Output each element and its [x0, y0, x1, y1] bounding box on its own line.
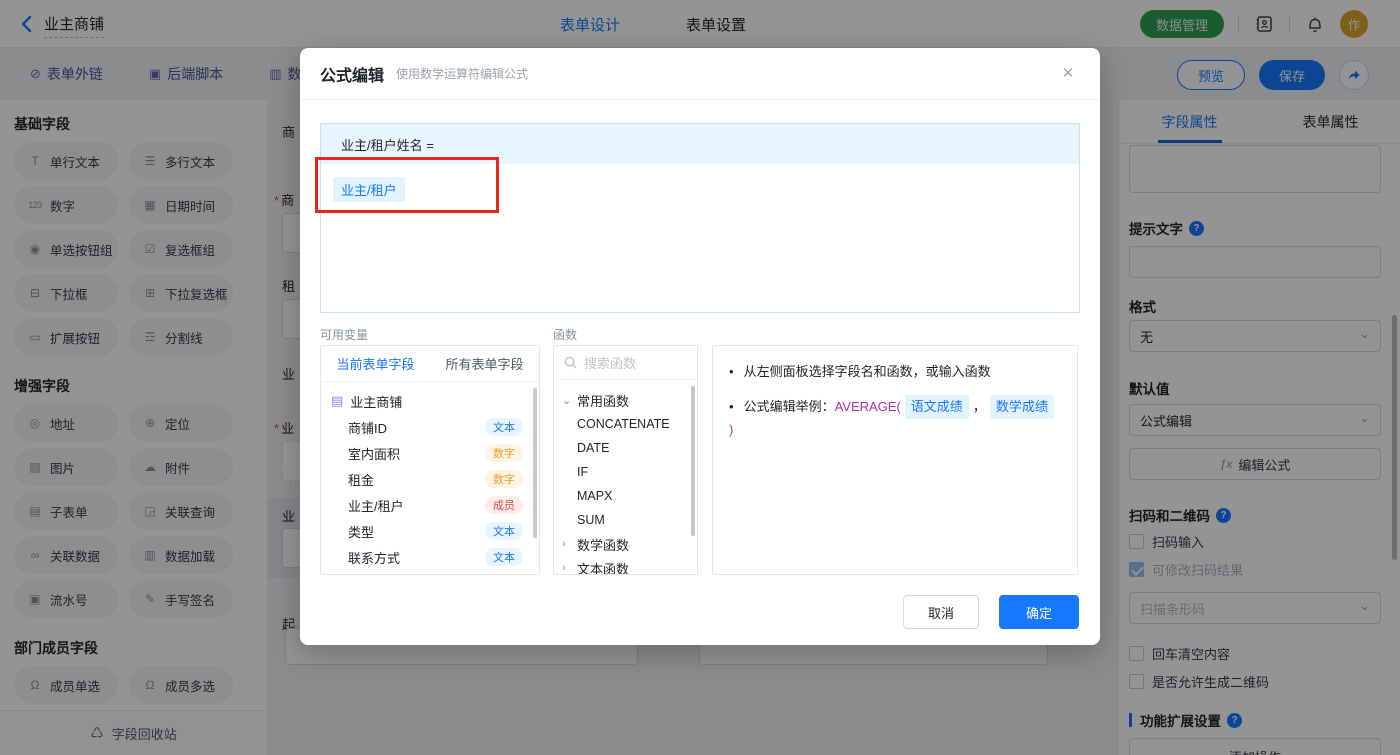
function-group-collapsed[interactable]: › 文本函数 — [554, 556, 697, 575]
variable-type-badge: 文本 — [485, 522, 523, 540]
variables-scrollbar[interactable] — [533, 388, 537, 538]
help-line-2: 公式编辑举例：AVERAGE(语文成绩，数学成绩) — [729, 395, 1061, 441]
close-icon[interactable]: × — [1056, 62, 1080, 86]
variable-type-badge: 文本 — [485, 418, 523, 436]
dialog-header: 公式编辑 使用数学运算符编辑公式 × — [300, 48, 1100, 100]
functions-panel: 搜索函数 ⌄ 常用函数 CONCATENATE DATE IF MAPX SUM › 数学函数 ›… — [553, 345, 698, 575]
dialog-subtitle: 使用数学运算符编辑公式 — [396, 67, 529, 81]
search-icon — [564, 356, 577, 369]
function-group-label: 数学函数 — [577, 537, 630, 553]
confirm-button[interactable]: 确定 — [999, 595, 1079, 629]
example-field-chip: 数学成绩 — [989, 395, 1054, 419]
function-search-input[interactable]: 搜索函数 — [554, 346, 697, 380]
variable-type-badge: 文本 — [485, 548, 523, 566]
tab-all-form-fields[interactable]: 所有表单字段 — [430, 346, 539, 381]
tab-current-form-fields[interactable]: 当前表单字段 — [321, 346, 430, 381]
variable-row[interactable]: 类型 文本 — [321, 518, 539, 544]
variable-row[interactable]: 室内面积 数字 — [321, 440, 539, 466]
caret-right-icon: › — [562, 538, 566, 550]
function-group-label: 常用函数 — [577, 393, 630, 409]
variable-row[interactable]: 业主/租户 成员 — [321, 492, 539, 518]
dialog-title: 公式编辑 — [320, 67, 385, 85]
variable-type-badge: 数字 — [485, 470, 523, 488]
formula-field-chip[interactable]: 业主/租户 — [333, 177, 405, 202]
functions-tree: ⌄ 常用函数 CONCATENATE DATE IF MAPX SUM › 数学函数 › 文本函数 — [554, 380, 697, 575]
document-icon: ▤ — [331, 393, 344, 408]
function-name-highlight: AVERAGE( — [834, 399, 901, 414]
variables-root-label: 业主商铺 — [350, 394, 403, 410]
variables-section-label: 可用变量 — [320, 328, 369, 342]
functions-section-label: 函数 — [553, 328, 578, 342]
variable-row[interactable]: 商铺ID 文本 — [321, 414, 539, 440]
help-line-1: 从左侧面板选择字段名和函数，或输入函数 — [729, 361, 1061, 383]
variable-type-badge: 成员 — [485, 496, 523, 514]
variables-root-node[interactable]: ▤ 业主商铺 — [321, 388, 539, 414]
variable-row[interactable]: 租金 数字 — [321, 466, 539, 492]
function-name-highlight: ) — [729, 422, 734, 437]
formula-input-area[interactable]: 业主/租户 — [321, 164, 1079, 312]
function-search-placeholder: 搜索函数 — [584, 356, 637, 371]
caret-down-icon: ⌄ — [562, 394, 572, 407]
formula-editor-area: 业主/租户姓名 = 业主/租户 — [320, 123, 1080, 313]
variables-tabs: 当前表单字段 所有表单字段 — [321, 346, 539, 382]
function-item[interactable]: IF — [554, 460, 697, 484]
caret-right-icon: › — [562, 562, 566, 574]
formula-editor-dialog: 公式编辑 使用数学运算符编辑公式 × 业主/租户姓名 = 业主/租户 可用变量 … — [300, 48, 1100, 645]
formula-target: 业主/租户姓名 = — [321, 124, 1079, 164]
variable-type-badge: 数字 — [485, 444, 523, 462]
functions-scrollbar[interactable] — [691, 386, 695, 536]
variables-list: ▤ 业主商铺 商铺ID 文本 室内面积 数字 租金 数字 业主/租户 成员 类型 文本 联系方式 文本 — [321, 382, 539, 570]
function-item[interactable]: DATE — [554, 436, 697, 460]
variable-name: 商铺ID — [348, 420, 388, 436]
variable-name: 室内面积 — [348, 446, 401, 462]
variable-name: 租金 — [348, 472, 375, 488]
function-item[interactable]: CONCATENATE — [554, 412, 697, 436]
function-item[interactable]: SUM — [554, 508, 697, 532]
help-panel: 从左侧面板选择字段名和函数，或输入函数 公式编辑举例：AVERAGE(语文成绩，… — [712, 345, 1078, 575]
example-field-chip: 语文成绩 — [904, 395, 969, 419]
function-group-label: 文本函数 — [577, 561, 630, 575]
variable-row[interactable]: 联系方式 文本 — [321, 544, 539, 570]
cancel-button[interactable]: 取消 — [903, 595, 979, 629]
function-group-collapsed[interactable]: › 数学函数 — [554, 532, 697, 556]
function-group-expanded[interactable]: ⌄ 常用函数 — [554, 388, 697, 412]
variable-name: 业主/租户 — [348, 498, 404, 514]
variable-name: 类型 — [348, 524, 375, 540]
variable-name: 联系方式 — [348, 550, 401, 566]
function-item[interactable]: MAPX — [554, 484, 697, 508]
variables-panel: 当前表单字段 所有表单字段 ▤ 业主商铺 商铺ID 文本 室内面积 数字 租金 数字 业主/… — [320, 345, 540, 575]
